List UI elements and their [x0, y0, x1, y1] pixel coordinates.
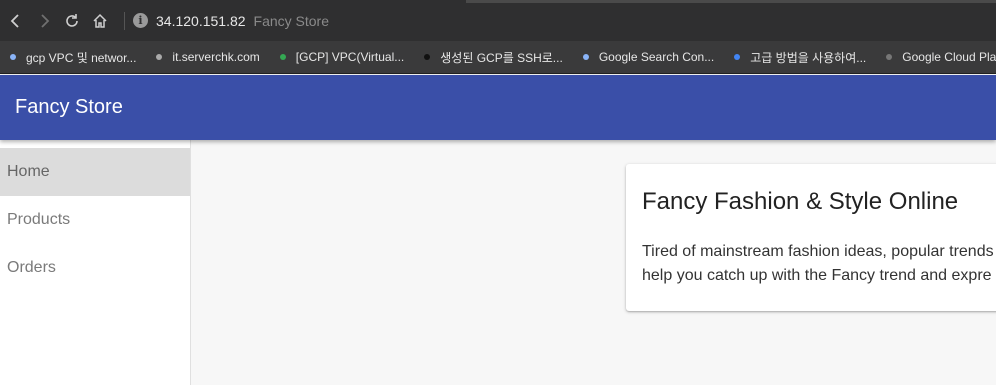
toolbar-divider [124, 11, 125, 30]
site-info-icon[interactable]: i [133, 13, 148, 28]
back-button[interactable] [2, 7, 30, 35]
bookmark-favicon-icon [156, 54, 163, 60]
sidebar-item-home[interactable]: Home [0, 148, 190, 196]
sidebar-item-label: Products [7, 211, 71, 228]
url-page-title: Fancy Store [253, 12, 330, 29]
bookmark-label: gcp VPC 및 networ... [26, 50, 137, 65]
reload-button[interactable] [58, 7, 86, 35]
bookmark-favicon-icon [279, 54, 286, 60]
bookmark-item[interactable]: Google Search Con... [582, 50, 715, 64]
card-title: Fancy Fashion & Style Online [642, 188, 959, 215]
bookmark-item[interactable]: 생성된 GCP를 SSH로... [424, 49, 563, 66]
url-host[interactable]: 34.120.151.82 [156, 13, 246, 29]
reload-icon [66, 13, 78, 27]
home-icon [93, 13, 107, 28]
bookmark-item[interactable]: 고급 방법을 사용하여... [734, 49, 866, 66]
bookmark-label: 고급 방법을 사용하여... [750, 50, 867, 65]
card-text-line: Tired of mainstream fashion ideas, popul… [642, 243, 994, 260]
sidebar-item-orders[interactable]: Orders [0, 244, 190, 292]
app-header: Fancy Store [0, 75, 996, 140]
bookmark-favicon-icon [886, 54, 893, 60]
sidebar-item-label: Home [7, 163, 50, 180]
bookmark-favicon-icon [582, 54, 589, 60]
sidebar-item-products[interactable]: Products [0, 196, 190, 244]
app-title[interactable]: Fancy Store [15, 96, 123, 119]
sidebar: Home Products Orders [0, 140, 191, 385]
bookmark-label: it.serverchk.com [172, 50, 260, 64]
tab-strip-edge [466, 0, 996, 3]
bookmarks-bar: gcp VPC 및 networ... it.serverchk.com [GC… [0, 41, 996, 74]
bookmark-favicon-icon [10, 54, 16, 60]
forward-icon [41, 13, 50, 28]
browser-toolbar: i 34.120.151.82 Fancy Store [0, 0, 996, 41]
bookmark-label: 생성된 GCP를 SSH로... [440, 50, 563, 65]
sidebar-item-label: Orders [7, 259, 56, 276]
card-text-line: help you catch up with the Fancy trend a… [642, 267, 992, 284]
card-description: Tired of mainstream fashion ideas, popul… [642, 240, 994, 288]
forward-button[interactable] [30, 7, 58, 35]
bookmark-label: Google Search Con... [598, 50, 715, 64]
bookmark-favicon-icon [424, 54, 431, 60]
hero-card: Fancy Fashion & Style Online Tired of ma… [626, 164, 996, 311]
bookmark-item[interactable]: Google Cloud Platf... [886, 50, 996, 64]
bookmark-favicon-icon [734, 54, 741, 60]
bookmark-item[interactable]: [GCP] VPC(Virtual... [279, 50, 405, 64]
bookmark-item[interactable]: it.serverchk.com [156, 50, 260, 64]
home-button[interactable] [86, 7, 114, 35]
back-icon [10, 13, 19, 28]
bookmark-label: [GCP] VPC(Virtual... [295, 50, 405, 64]
bookmark-label: Google Cloud Platf... [902, 50, 996, 64]
bookmark-item[interactable]: gcp VPC 및 networ... [10, 49, 136, 66]
